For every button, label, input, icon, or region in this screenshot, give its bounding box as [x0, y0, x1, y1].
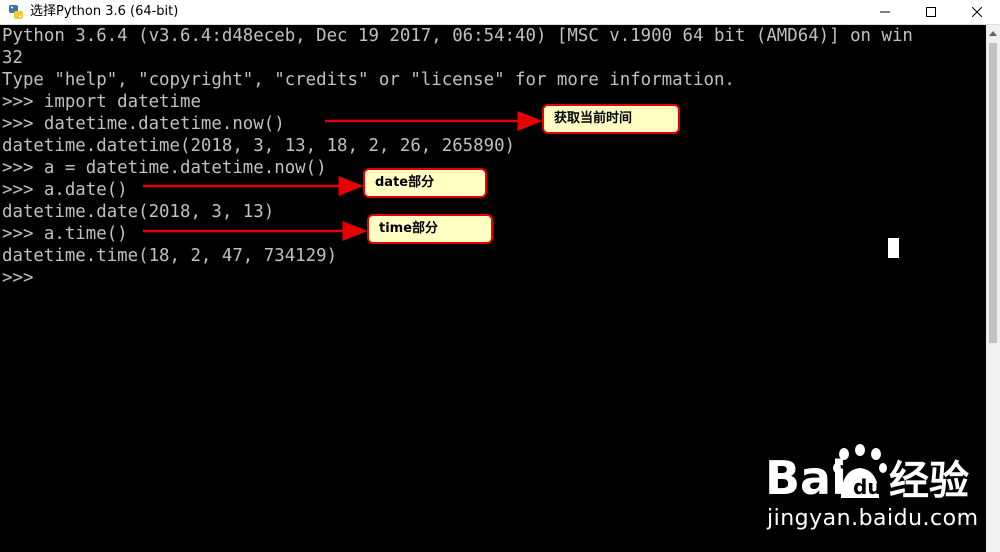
baidu-jingyan-logo: Bai du 经验	[765, 444, 969, 504]
callout-date-part: date部分	[363, 168, 487, 198]
callout-get-current-time: 获取当前时间	[542, 104, 680, 134]
watermark-url: jingyan.baidu.com	[767, 506, 979, 531]
svg-text:Bai: Bai	[765, 451, 847, 504]
svg-text:经验: 经验	[889, 458, 969, 504]
baidu-watermark: Bai du 经验 jingyan.baidu.com	[765, 440, 985, 540]
svg-text:du: du	[853, 475, 882, 499]
callout-time-part: time部分	[367, 214, 493, 244]
